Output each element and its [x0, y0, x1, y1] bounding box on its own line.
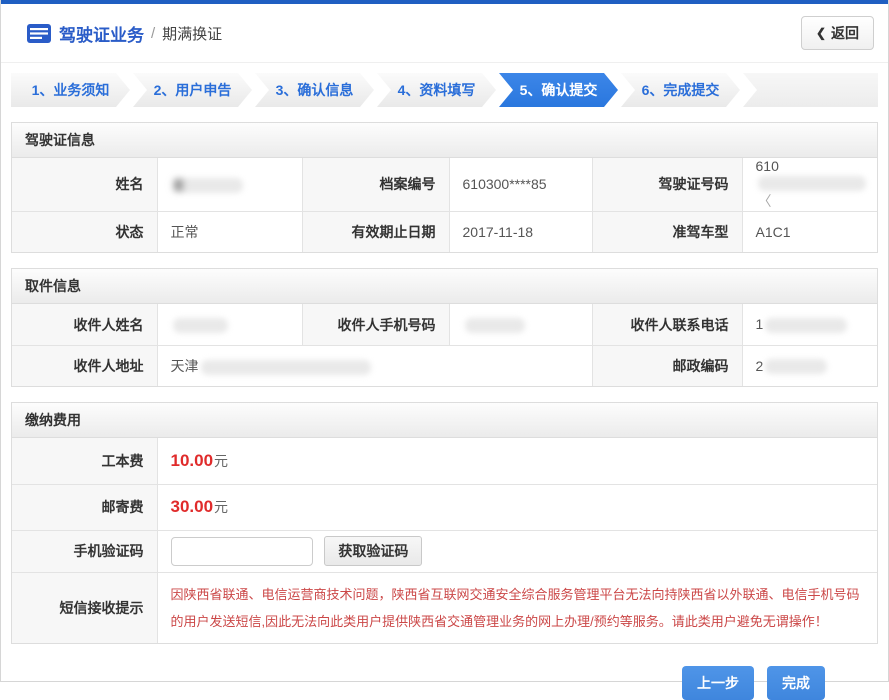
fees-table: 工本费 10.00元 邮寄费 30.00元 手机验证码 获取验证码 短信接收提示…	[12, 438, 877, 643]
step-4-fill-materials[interactable]: 4、资料填写	[377, 73, 496, 107]
redacted-recipient-phone	[765, 318, 847, 333]
section-license-info: 驾驶证信息 姓名 档案编号 610300****85 驾驶证号码 610 〈 状态…	[11, 122, 878, 253]
back-button[interactable]: ❮ 返回	[801, 16, 874, 50]
finish-button[interactable]: 完成	[767, 666, 825, 700]
table-row: 收件人地址 天津 邮政编码 2	[12, 345, 877, 386]
step-6-complete-submit[interactable]: 6、完成提交	[621, 73, 740, 107]
production-fee-amount: 10.00	[171, 451, 214, 470]
sms-notice-cell: 因陕西省联通、电信运营商技术问题，陕西省互联网交通安全综合服务管理平台无法向持陕…	[157, 572, 877, 643]
captcha-input[interactable]	[171, 537, 313, 566]
captcha-row: 手机验证码 获取验证码	[12, 530, 877, 572]
section-fees: 缴纳费用 工本费 10.00元 邮寄费 30.00元 手机验证码 获取验证码 短…	[11, 402, 878, 644]
breadcrumb-current: 期满换证	[162, 23, 222, 44]
postage-fee-amount: 30.00	[171, 497, 214, 516]
get-captcha-button[interactable]: 获取验证码	[324, 536, 422, 566]
status-label: 状态	[12, 211, 157, 252]
pickup-info-table: 收件人姓名 收件人手机号码 收件人联系电话 1 收件人地址 天津 邮政编码 2	[12, 304, 877, 386]
name-label: 姓名	[12, 158, 157, 211]
section-title-license-info: 驾驶证信息	[12, 123, 877, 158]
recipient-phone-value: 1	[742, 304, 877, 345]
vehicle-class-value: A1C1	[742, 211, 877, 252]
page-header: 驾驶证业务 / 期满换证 ❮ 返回	[1, 4, 888, 63]
postal-code-prefix: 2	[756, 358, 764, 374]
redacted-recipient-name	[173, 318, 228, 333]
address-prefix: 天津	[171, 358, 199, 374]
valid-until-value: 2017-11-18	[449, 211, 592, 252]
license-no-label: 驾驶证号码	[592, 158, 742, 211]
recipient-name-value	[157, 304, 302, 345]
recipient-mobile-value	[449, 304, 592, 345]
address-value: 天津	[157, 345, 592, 386]
fee-row-production: 工本费 10.00元	[12, 438, 877, 484]
captcha-label: 手机验证码	[12, 530, 157, 572]
postage-fee-unit: 元	[214, 499, 228, 515]
name-value	[157, 158, 302, 211]
license-no-prefix: 610	[756, 158, 779, 174]
production-fee-value: 10.00元	[157, 438, 877, 484]
postage-fee-value: 30.00元	[157, 484, 877, 530]
redacted-recipient-mobile	[465, 318, 525, 333]
valid-until-label: 有效期止日期	[302, 211, 449, 252]
breadcrumb-separator: /	[151, 25, 155, 42]
recipient-mobile-label: 收件人手机号码	[302, 304, 449, 345]
license-card-icon	[27, 24, 51, 43]
recipient-name-label: 收件人姓名	[12, 304, 157, 345]
step-bar-filler	[743, 73, 878, 107]
section-title-fees: 缴纳费用	[12, 403, 877, 438]
back-button-label: 返回	[831, 23, 859, 43]
page: { "header": { "title_primary": "驾驶证业务", …	[0, 0, 889, 682]
table-row: 收件人姓名 收件人手机号码 收件人联系电话 1	[12, 304, 877, 345]
step-5-confirm-submit[interactable]: 5、确认提交	[499, 73, 618, 107]
sms-notice-row: 短信接收提示 因陕西省联通、电信运营商技术问题，陕西省互联网交通安全综合服务管理…	[12, 572, 877, 643]
step-2-user-declaration[interactable]: 2、用户申告	[133, 73, 252, 107]
section-pickup-info: 取件信息 收件人姓名 收件人手机号码 收件人联系电话 1 收件人地址 天津 邮政…	[11, 268, 878, 387]
license-no-suffix: 〈	[758, 193, 772, 209]
recipient-phone-prefix: 1	[756, 316, 764, 332]
license-no-value: 610 〈	[742, 158, 877, 211]
vehicle-class-label: 准驾车型	[592, 211, 742, 252]
redacted-address	[201, 360, 371, 375]
table-row: 状态 正常 有效期止日期 2017-11-18 准驾车型 A1C1	[12, 211, 877, 252]
footer-actions: 上一步 完成	[1, 644, 888, 700]
license-info-table: 姓名 档案编号 610300****85 驾驶证号码 610 〈 状态 正常 有效…	[12, 158, 877, 252]
status-value: 正常	[157, 211, 302, 252]
production-fee-label: 工本费	[12, 438, 157, 484]
redacted-postal-code	[765, 359, 827, 374]
redacted-license-no	[758, 176, 866, 191]
previous-step-button[interactable]: 上一步	[682, 666, 754, 700]
sms-notice-text: 因陕西省联通、电信运营商技术问题，陕西省互联网交通安全综合服务管理平台无法向持陕…	[171, 581, 864, 635]
production-fee-unit: 元	[214, 453, 228, 469]
recipient-phone-label: 收件人联系电话	[592, 304, 742, 345]
address-label: 收件人地址	[12, 345, 157, 386]
sms-notice-label: 短信接收提示	[12, 572, 157, 643]
file-no-label: 档案编号	[302, 158, 449, 211]
postal-code-label: 邮政编码	[592, 345, 742, 386]
captcha-cell: 获取验证码	[157, 530, 877, 572]
step-3-confirm-info[interactable]: 3、确认信息	[255, 73, 374, 107]
redacted-name-value	[173, 178, 243, 193]
postal-code-value: 2	[742, 345, 877, 386]
fee-row-postage: 邮寄费 30.00元	[12, 484, 877, 530]
wizard-steps: 1、业务须知 2、用户申告 3、确认信息 4、资料填写 5、确认提交 6、完成提…	[11, 73, 878, 107]
file-no-value: 610300****85	[449, 158, 592, 211]
page-title: 驾驶证业务	[59, 21, 144, 46]
chevron-left-icon: ❮	[816, 26, 826, 40]
table-row: 姓名 档案编号 610300****85 驾驶证号码 610 〈	[12, 158, 877, 211]
section-title-pickup-info: 取件信息	[12, 269, 877, 304]
step-1-business-notice[interactable]: 1、业务须知	[11, 73, 130, 107]
postage-fee-label: 邮寄费	[12, 484, 157, 530]
